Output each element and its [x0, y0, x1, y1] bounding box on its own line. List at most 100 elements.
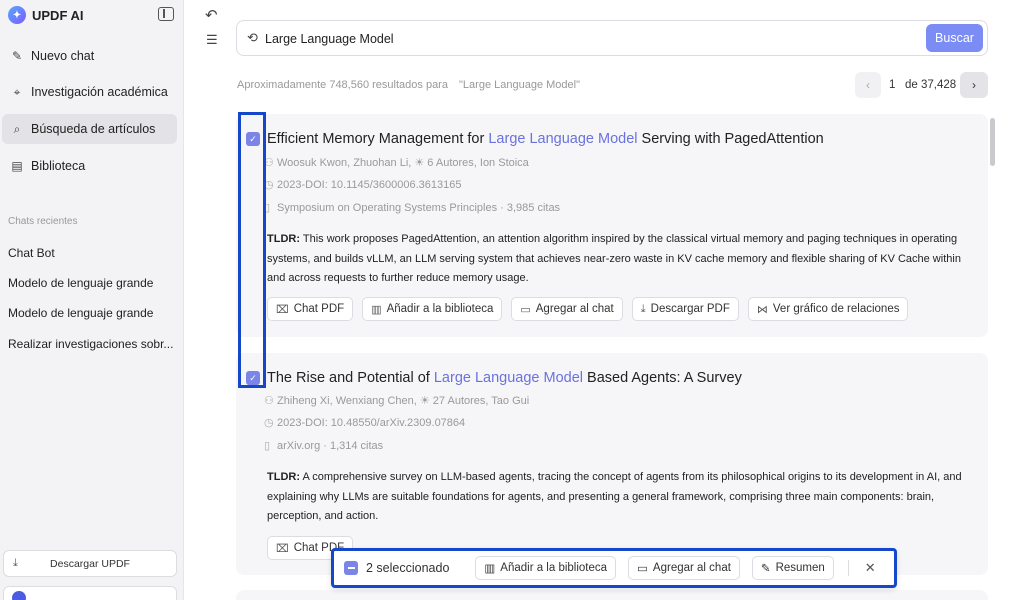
btn-label: Descargar PDF — [650, 303, 730, 315]
paper-authors: ⚇ Zhiheng Xi, Wenxiang Chen, ☀ 27 Autores… — [264, 394, 529, 407]
venue-text: Symposium on Operating Systems Principle… — [277, 202, 561, 214]
sidebar-item-article-search[interactable]: ⌕ Búsqueda de artículos — [2, 114, 177, 144]
summary-icon: ✎ — [760, 563, 771, 575]
download-icon: ⤓ — [640, 302, 646, 315]
add-library-button[interactable]: ▥ Añadir a la biblioteca — [362, 297, 503, 321]
sidebar: ✦ UPDF AI ✎ Nuevo chat ⌖ Investigación a… — [0, 0, 184, 600]
search-doc-icon: ⌕ — [13, 121, 21, 136]
sidebar-item-label: Búsqueda de artículos — [31, 122, 156, 136]
paper-tldr: TLDR: This work proposes PagedAttention,… — [267, 230, 967, 289]
scrollbar[interactable] — [990, 118, 995, 166]
title-part: The Rise and Potential of — [267, 370, 434, 386]
pager-total: de 37,428 — [905, 79, 957, 91]
title-part: Based Agents: A Survey — [583, 370, 742, 386]
telescope-icon: ⌖ — [13, 84, 21, 99]
paper-venue: ▯ Symposium on Operating Systems Principl… — [264, 201, 560, 214]
relations-graph-button[interactable]: ⋈ Ver gráfico de relaciones — [747, 297, 909, 321]
sidebar-item-label: Investigación académica — [31, 85, 168, 99]
title-highlight: Large Language Model — [488, 131, 638, 147]
paper-title[interactable]: The Rise and Potential of Large Language… — [267, 370, 742, 386]
title-part: Serving with PagedAttention — [637, 131, 824, 147]
back-arrow-icon[interactable]: ↶ — [205, 6, 218, 24]
pager-next-button[interactable]: › — [960, 72, 988, 98]
library-icon: ▤ — [11, 159, 23, 173]
sidebar-item-academic-research[interactable]: ⌖ Investigación académica — [2, 77, 177, 107]
search-input[interactable] — [265, 29, 905, 49]
pager-info: 1 de 37,428 — [889, 79, 956, 91]
download-pdf-button[interactable]: ⤓ Descargar PDF — [631, 297, 739, 321]
download-label: Descargar UPDF — [50, 557, 130, 570]
sidebar-item-label: Biblioteca — [31, 159, 86, 173]
btn-label: Ver gráfico de relaciones — [772, 303, 900, 315]
title-highlight: Large Language Model — [433, 370, 584, 386]
venue-text: arXiv.org · 1,314 citas — [277, 440, 384, 452]
sidebar-item-label: Nuevo chat — [31, 49, 95, 63]
sidebar-collapse-icon[interactable] — [158, 7, 174, 21]
result-card — [236, 590, 988, 600]
paper-venue: ▯ arXiv.org · 1,314 citas — [264, 439, 383, 452]
paper-title[interactable]: Efficient Memory Management for Large La… — [267, 131, 824, 147]
result-card: ✓ Efficient Memory Management for Large … — [236, 114, 988, 337]
selection-bar: 2 seleccionado ▥ Añadir a la biblioteca ▭… — [331, 548, 897, 588]
chat-icon: ⌧ — [276, 542, 289, 555]
chat-pdf-button[interactable]: ⌧ Chat PDF — [267, 297, 354, 321]
chat-icon: ⌧ — [276, 303, 289, 316]
download-icon: ⤓ — [13, 557, 18, 569]
edit-icon: ✎ — [11, 49, 23, 63]
clock-icon: ◷ — [264, 417, 274, 429]
summary-button[interactable]: ✎ Resumen — [751, 556, 834, 580]
search-bar: ⟲ Buscar — [236, 20, 988, 56]
recent-chat-item[interactable]: Chat Bot — [8, 246, 176, 260]
paper-authors: ⚇ Woosuk Kwon, Zhuohan Li, ☀ 6 Autores, I… — [264, 156, 529, 169]
bulk-add-chat-button[interactable]: ▭ Agregar al chat — [628, 556, 740, 580]
add-chat-button[interactable]: ▭ Agregar al chat — [511, 297, 623, 321]
brand: ✦ UPDF AI — [8, 6, 84, 24]
add-chat-icon: ▭ — [520, 303, 531, 316]
chevron-left-icon: ‹ — [866, 78, 870, 92]
bulk-add-library-button[interactable]: ▥ Añadir a la biblioteca — [475, 556, 617, 580]
tldr-text: This work proposes PagedAttention, an at… — [267, 233, 961, 284]
app-name: UPDF AI — [32, 7, 84, 23]
sidebar-item-library[interactable]: ▤ Biblioteca — [2, 151, 177, 181]
library-icon: ▥ — [371, 303, 382, 316]
doi-text: 2023-DOI: 10.48550/arXiv.2309.07864 — [277, 417, 466, 429]
tldr-text: A comprehensive survey on LLM-based agen… — [267, 471, 962, 522]
library-icon: ▥ — [484, 563, 496, 575]
results-query: "Large Language Model" — [459, 79, 580, 91]
pager-prev-button[interactable]: ‹ — [855, 72, 881, 98]
recent-chat-item[interactable]: Modelo de lenguaje grande — [8, 306, 176, 320]
filter-settings-icon[interactable]: ☰ — [206, 32, 218, 48]
btn-label: Agregar al chat — [652, 562, 731, 574]
user-account[interactable] — [3, 586, 177, 600]
recent-chats-title: Chats recientes — [8, 216, 78, 227]
checkbox-highlight-box — [238, 112, 266, 388]
search-button[interactable]: Buscar — [926, 24, 983, 52]
authors-text: Woosuk Kwon, Zhuohan Li, ☀ 6 Autores, Io… — [277, 157, 529, 169]
results-info-text: Aproximadamente 748,560 resultados para — [237, 79, 448, 91]
book-icon: ▯ — [264, 440, 271, 452]
paper-doi: ◷ 2023-DOI: 10.48550/arXiv.2309.07864 — [264, 416, 465, 429]
close-icon[interactable]: ✕ — [865, 560, 876, 576]
avatar — [12, 591, 26, 600]
paper-actions: ⌧ Chat PDF ▥ Añadir a la biblioteca ▭ Agreg… — [267, 297, 909, 321]
sidebar-item-new-chat[interactable]: ✎ Nuevo chat — [2, 41, 177, 71]
search-icon: ⟲ — [247, 30, 258, 45]
doi-text: 2023-DOI: 10.1145/3600006.3613165 — [277, 179, 462, 191]
recent-chat-item[interactable]: Modelo de lenguaje grande — [8, 276, 176, 290]
download-updf-button[interactable]: ⤓ Descargar UPDF — [3, 550, 177, 577]
authors-text: Zhiheng Xi, Wenxiang Chen, ☀ 27 Autores,… — [277, 395, 530, 407]
select-all-checkbox[interactable] — [344, 561, 358, 575]
tldr-label: TLDR: — [267, 471, 300, 483]
recent-chat-item[interactable]: Realizar investigaciones sobr... — [8, 337, 176, 351]
chevron-right-icon: › — [972, 78, 976, 92]
btn-label: Chat PDF — [293, 303, 345, 315]
divider — [847, 560, 849, 576]
btn-label: Añadir a la biblioteca — [386, 303, 494, 315]
btn-label: Agregar al chat — [535, 303, 614, 315]
pager-current: 1 — [889, 79, 896, 91]
btn-label: Resumen — [775, 562, 825, 574]
paper-doi: ◷ 2023-DOI: 10.1145/3600006.3613165 — [264, 178, 462, 191]
selection-count: 2 seleccionado — [366, 561, 450, 575]
btn-label: Añadir a la biblioteca — [500, 562, 608, 574]
title-part: Efficient Memory Management for — [267, 131, 489, 147]
